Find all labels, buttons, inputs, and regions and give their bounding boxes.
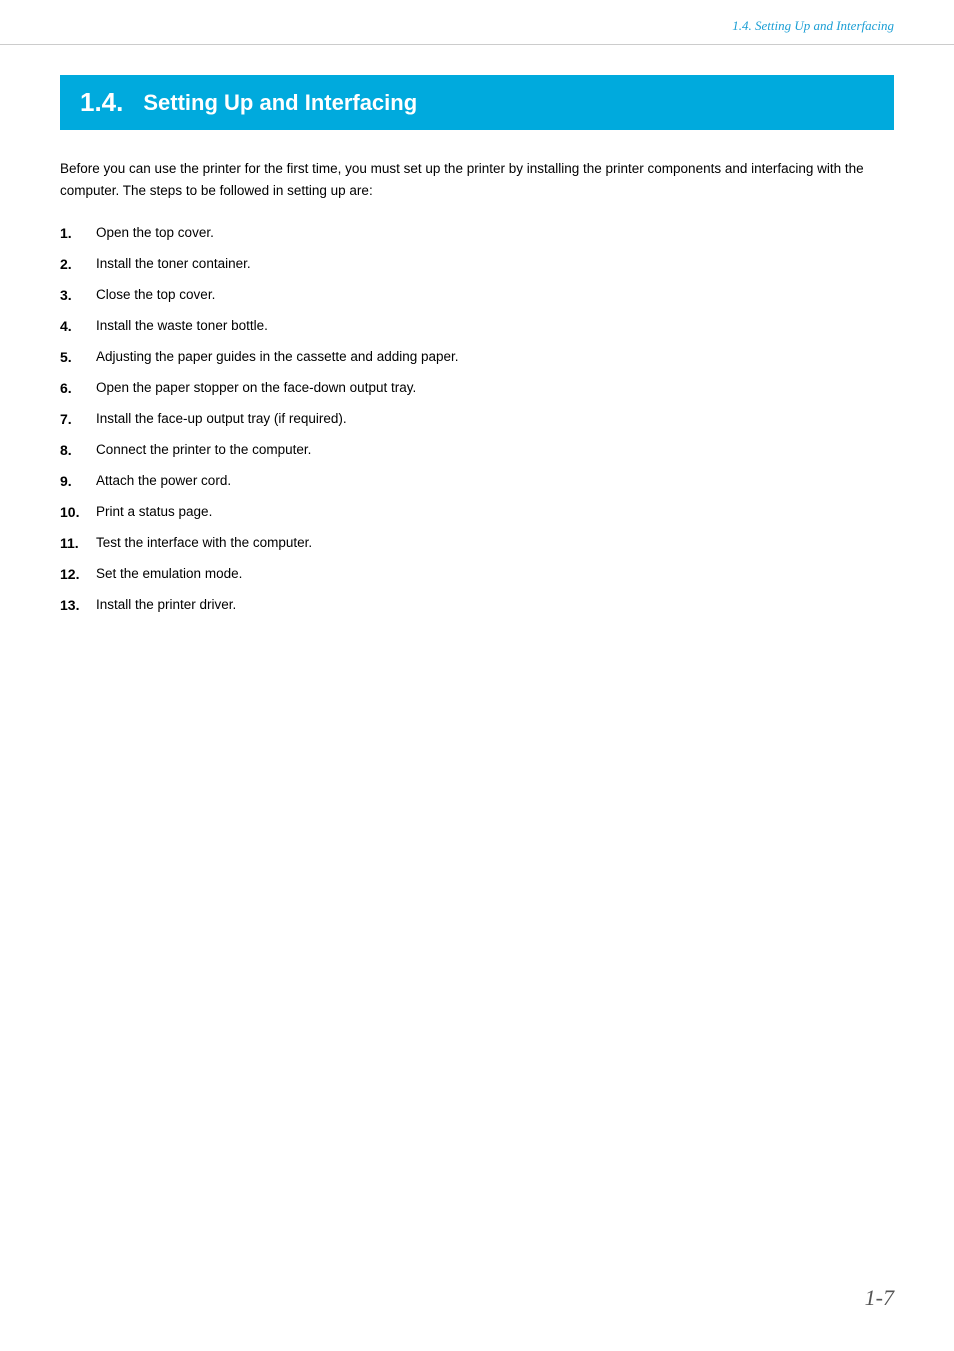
step-text: Open the top cover. [96, 223, 894, 243]
step-text: Close the top cover. [96, 285, 894, 305]
step-text: Attach the power cord. [96, 471, 894, 491]
list-item: 8.Connect the printer to the computer. [60, 440, 894, 461]
section-number: 1.4. [80, 87, 123, 118]
step-number: 5. [60, 347, 96, 368]
step-number: 1. [60, 223, 96, 244]
page-header: 1.4. Setting Up and Interfacing [0, 0, 954, 45]
step-number: 7. [60, 409, 96, 430]
step-number: 8. [60, 440, 96, 461]
list-item: 9.Attach the power cord. [60, 471, 894, 492]
header-title: 1.4. Setting Up and Interfacing [732, 18, 894, 34]
step-text: Print a status page. [96, 502, 894, 522]
list-item: 7.Install the face-up output tray (if re… [60, 409, 894, 430]
step-number: 13. [60, 595, 96, 616]
page-number: 1-7 [865, 1285, 894, 1310]
step-number: 10. [60, 502, 96, 523]
list-item: 3.Close the top cover. [60, 285, 894, 306]
step-text: Set the emulation mode. [96, 564, 894, 584]
page-container: 1.4. Setting Up and Interfacing 1.4. Set… [0, 0, 954, 1351]
list-item: 10.Print a status page. [60, 502, 894, 523]
step-text: Install the printer driver. [96, 595, 894, 615]
list-item: 1.Open the top cover. [60, 223, 894, 244]
step-text: Install the waste toner bottle. [96, 316, 894, 336]
step-number: 2. [60, 254, 96, 275]
step-text: Test the interface with the computer. [96, 533, 894, 553]
step-text: Open the paper stopper on the face-down … [96, 378, 894, 398]
page-footer: 1-7 [865, 1285, 894, 1311]
section-heading-banner: 1.4. Setting Up and Interfacing [60, 75, 894, 130]
list-item: 2.Install the toner container. [60, 254, 894, 275]
section-title: Setting Up and Interfacing [143, 90, 417, 116]
step-text: Adjusting the paper guides in the casset… [96, 347, 894, 367]
step-text: Install the toner container. [96, 254, 894, 274]
list-item: 12.Set the emulation mode. [60, 564, 894, 585]
list-item: 5.Adjusting the paper guides in the cass… [60, 347, 894, 368]
list-item: 4.Install the waste toner bottle. [60, 316, 894, 337]
step-number: 12. [60, 564, 96, 585]
step-number: 9. [60, 471, 96, 492]
list-item: 6.Open the paper stopper on the face-dow… [60, 378, 894, 399]
steps-list: 1.Open the top cover.2.Install the toner… [60, 223, 894, 616]
step-number: 3. [60, 285, 96, 306]
main-content: 1.4. Setting Up and Interfacing Before y… [0, 45, 954, 686]
step-number: 11. [60, 533, 96, 554]
step-text: Install the face-up output tray (if requ… [96, 409, 894, 429]
step-number: 4. [60, 316, 96, 337]
intro-paragraph: Before you can use the printer for the f… [60, 158, 894, 203]
list-item: 13.Install the printer driver. [60, 595, 894, 616]
list-item: 11.Test the interface with the computer. [60, 533, 894, 554]
step-number: 6. [60, 378, 96, 399]
step-text: Connect the printer to the computer. [96, 440, 894, 460]
